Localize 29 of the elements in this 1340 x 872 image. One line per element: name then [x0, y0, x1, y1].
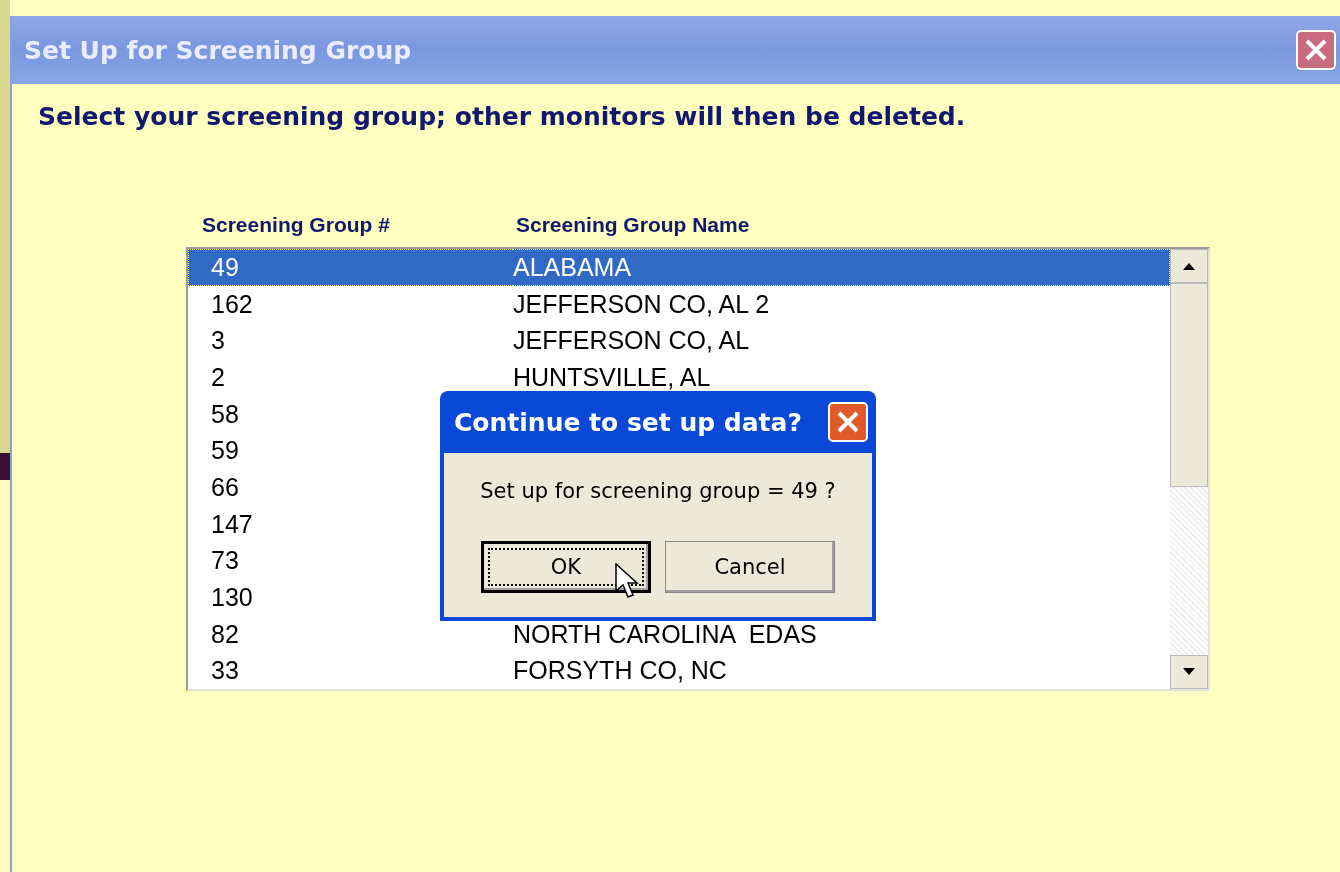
down-arrow-icon [1183, 668, 1195, 676]
scroll-down-button[interactable] [1170, 655, 1208, 689]
group-name[interactable]: ALABAMA [513, 249, 1170, 286]
group-number[interactable]: 162 [188, 285, 513, 323]
dialog-button[interactable]: OK [481, 541, 651, 593]
column-header: Screening Group Name [515, 213, 751, 237]
group-number[interactable]: 49 [188, 249, 513, 286]
pointer-cursor-icon [615, 563, 639, 599]
dialog-message: Set up for screening group = 49 ? [480, 479, 836, 503]
group-name[interactable]: JEFFERSON CO, AL 2 [513, 285, 771, 323]
scroll-thumb[interactable] [1170, 283, 1208, 487]
group-number[interactable]: 82 [188, 615, 513, 653]
scroll-up-button[interactable] [1170, 249, 1208, 283]
column-header: Screening Group # [201, 213, 391, 237]
scrollbar[interactable] [1170, 249, 1208, 689]
group-name[interactable]: JEFFERSON CO, AL [513, 322, 751, 359]
group-number[interactable]: 33 [188, 652, 513, 690]
group-number[interactable]: 2 [188, 359, 513, 396]
dialog-button[interactable]: Cancel [665, 541, 835, 593]
close-button[interactable] [828, 402, 868, 442]
window-title: Set Up for Screening Group [24, 35, 412, 65]
group-number[interactable]: 3 [188, 322, 513, 359]
close-button[interactable] [1296, 30, 1336, 70]
close-icon [835, 409, 861, 435]
dialog-title: Continue to set up data? [454, 407, 802, 437]
close-icon [1303, 37, 1329, 63]
group-name[interactable]: FORSYTH CO, NC [513, 652, 728, 690]
up-arrow-icon [1183, 262, 1195, 270]
instruction-text: Select your screening group; other monitors will then be deleted. [38, 102, 967, 131]
